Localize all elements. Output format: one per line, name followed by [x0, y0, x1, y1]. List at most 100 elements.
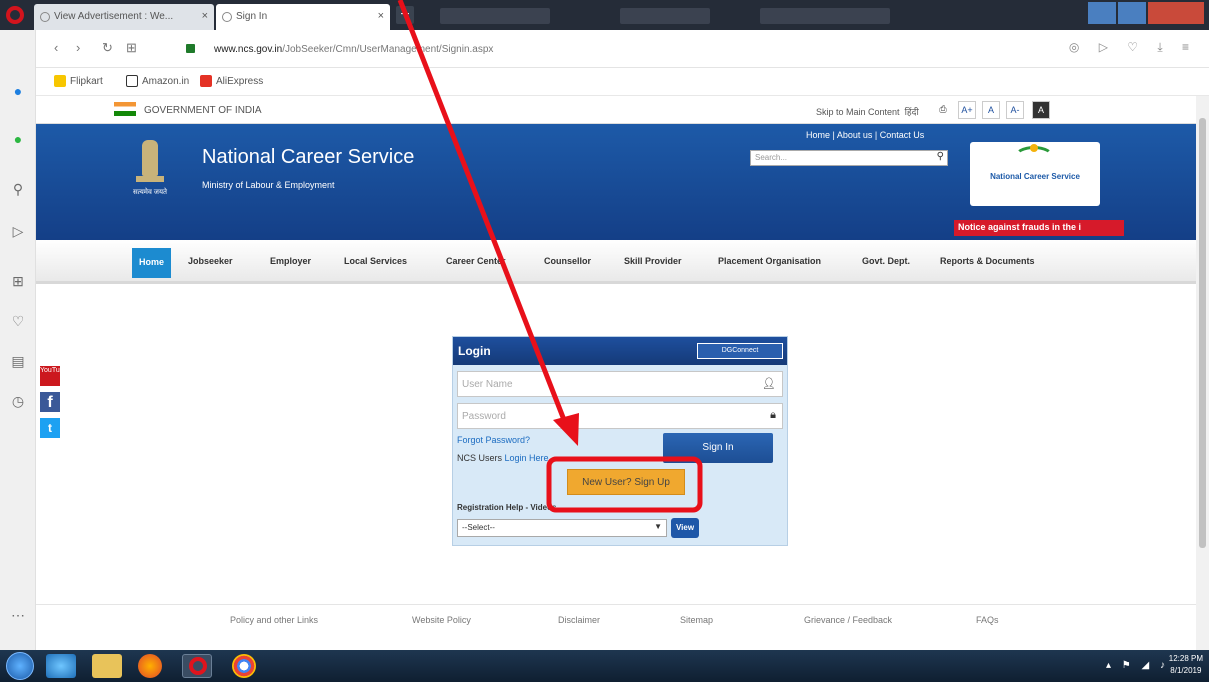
amazon-icon — [126, 75, 138, 87]
minimize-window-icon[interactable] — [1088, 2, 1116, 24]
nav-skill-provider[interactable]: Skill Provider — [624, 256, 682, 266]
twitter-icon[interactable]: t — [40, 418, 60, 438]
login-header: Login DGConnect — [453, 337, 787, 365]
close-tab-icon[interactable]: × — [378, 10, 384, 22]
lock-icon: 🔒︎ — [770, 409, 776, 421]
government-label: GOVERNMENT OF INDIA — [144, 105, 262, 116]
login-panel: Login DGConnect User Name 👤︎ Password 🔒︎… — [452, 336, 788, 546]
scrollbar-thumb[interactable] — [1199, 118, 1206, 548]
bookmarks-heart-icon[interactable]: ♡ — [9, 312, 27, 330]
browser-tab-bar: View Advertisement : We... × Sign In × + — [0, 0, 1209, 30]
chrome-icon[interactable] — [232, 654, 256, 678]
skip-to-content-link[interactable]: Skip to Main Content — [816, 107, 900, 117]
sign-up-button[interactable]: New User? Sign Up — [567, 469, 685, 495]
lock-icon — [186, 44, 195, 53]
footer-policy-links[interactable]: Policy and other Links — [230, 615, 318, 625]
site-search-input[interactable]: Search... ⚲ — [750, 150, 948, 166]
web-page: GOVERNMENT OF INDIA Skip to Main Content… — [36, 96, 1196, 650]
ncs-login-here-link[interactable]: Login Here — [505, 453, 549, 463]
speed-dial-icon[interactable]: ⊞ — [126, 40, 137, 56]
font-decrease-button[interactable]: A- — [1006, 101, 1024, 119]
history-icon[interactable]: ◷ — [9, 392, 27, 410]
nav-employer[interactable]: Employer — [270, 256, 311, 266]
nav-career-center[interactable]: Career Center — [446, 256, 506, 266]
registration-help-select[interactable]: --Select-- ▼ — [457, 519, 667, 537]
youtube-icon[interactable]: YouTube — [40, 366, 68, 386]
nav-local-services[interactable]: Local Services — [344, 256, 407, 266]
font-normal-button[interactable]: A — [982, 101, 1000, 119]
page-scrollbar[interactable] — [1196, 96, 1209, 650]
maximize-window-icon[interactable] — [1118, 2, 1146, 24]
site-subtitle: Ministry of Labour & Employment — [202, 180, 335, 190]
windows-start-icon[interactable] — [6, 652, 34, 680]
hindi-link[interactable]: हिंदी — [905, 107, 919, 117]
footer-website-policy[interactable]: Website Policy — [412, 615, 471, 625]
news-icon[interactable]: ▤ — [9, 352, 27, 370]
bookmark-flipkart[interactable]: Flipkart — [54, 75, 103, 87]
flow-icon[interactable]: ▷ — [9, 222, 27, 240]
username-input[interactable]: User Name 👤︎ — [457, 371, 783, 397]
flipkart-icon — [54, 75, 66, 87]
more-icon[interactable]: ⋯ — [9, 606, 27, 624]
internet-explorer-icon[interactable] — [46, 654, 76, 678]
print-icon[interactable]: ⎙ — [934, 101, 952, 119]
top-links[interactable]: Home | About us | Contact Us — [806, 130, 924, 140]
site-header-banner: सत्यमेव जयते National Career Service Min… — [36, 124, 1196, 240]
site-title: National Career Service — [202, 146, 415, 168]
chevron-down-icon: ▼ — [654, 522, 662, 531]
nav-placement-organisation[interactable]: Placement Organisation — [718, 256, 821, 266]
nav-reports-documents[interactable]: Reports & Documents — [940, 256, 1035, 266]
back-icon[interactable]: ‹ — [54, 40, 58, 55]
footer-grievance[interactable]: Grievance / Feedback — [804, 615, 892, 625]
password-input[interactable]: Password 🔒︎ — [457, 403, 783, 429]
address-bar-actions[interactable]: ◎ ▷ ♡ ⤓ ≡ — [1069, 40, 1197, 55]
nav-counsellor[interactable]: Counsellor — [544, 256, 591, 266]
view-video-button[interactable]: View — [671, 518, 699, 538]
bookmark-amazon[interactable]: Amazon.in — [126, 75, 189, 87]
tab-preview-thumbnail — [760, 8, 890, 24]
globe-icon — [40, 12, 50, 22]
close-window-icon[interactable] — [1148, 2, 1204, 24]
ncs-users-login: NCS Users Login Here — [457, 453, 549, 463]
search-icon[interactable]: ⚲ — [9, 180, 27, 198]
search-icon[interactable]: ⚲ — [937, 151, 944, 162]
footer-sitemap[interactable]: Sitemap — [680, 615, 713, 625]
main-navigation: Home Jobseeker Employer Local Services C… — [36, 240, 1196, 284]
new-tab-icon[interactable]: + — [396, 6, 414, 24]
footer-disclaimer[interactable]: Disclaimer — [558, 615, 600, 625]
user-icon: 👤︎ — [762, 378, 776, 390]
nav-home[interactable]: Home — [132, 248, 172, 278]
emblem-caption: सत्यमेव जयते — [132, 189, 168, 196]
file-explorer-icon[interactable] — [92, 654, 122, 678]
browser-tab-advertisement[interactable]: View Advertisement : We... × — [34, 4, 214, 30]
ncs-favicon-icon — [222, 12, 232, 22]
dgconnect-button[interactable]: DGConnect — [697, 343, 783, 359]
footer-faqs[interactable]: FAQs — [976, 615, 999, 625]
messenger-icon[interactable]: ● — [9, 82, 27, 100]
reload-icon[interactable]: ↻ — [102, 40, 113, 56]
nav-govt-dept[interactable]: Govt. Dept. — [862, 256, 910, 266]
sign-in-button[interactable]: Sign In — [663, 433, 773, 463]
firefox-icon[interactable] — [138, 654, 162, 678]
forgot-password-link[interactable]: Forgot Password? — [457, 435, 530, 445]
browser-tab-signin[interactable]: Sign In × — [216, 4, 390, 30]
fraud-notice-ticker[interactable]: Notice against frauds in the i — [954, 220, 1124, 236]
facebook-icon[interactable]: f — [40, 392, 60, 412]
opera-logo-icon[interactable] — [6, 6, 24, 24]
address-bar: ‹ › ↻ ⊞ www.ncs.gov.in/JobSeeker/Cmn/Use… — [36, 30, 1209, 68]
high-contrast-button[interactable]: A — [1032, 101, 1050, 119]
bookmark-aliexpress[interactable]: AliExpress — [200, 75, 263, 87]
speed-dial-icon[interactable]: ⊞ — [9, 272, 27, 290]
registration-help-label: Registration Help - Videos — [457, 503, 557, 512]
forward-icon[interactable]: › — [76, 40, 80, 55]
nav-jobseeker[interactable]: Jobseeker — [188, 256, 233, 266]
accessibility-links[interactable]: Skip to Main Content हिंदी — [816, 105, 919, 118]
system-clock[interactable]: 12:28 PM 8/1/2019 — [1169, 653, 1203, 677]
url-field[interactable]: www.ncs.gov.in/JobSeeker/Cmn/UserManagem… — [214, 44, 493, 55]
system-tray-icons[interactable]: ▴ ⚑ ◢ ♪ — [1106, 660, 1169, 671]
whatsapp-icon[interactable]: ● — [9, 130, 27, 148]
close-tab-icon[interactable]: × — [202, 10, 208, 22]
opera-taskbar-icon[interactable] — [182, 654, 212, 678]
tab-preview-thumbnail — [620, 8, 710, 24]
font-increase-button[interactable]: A+ — [958, 101, 976, 119]
